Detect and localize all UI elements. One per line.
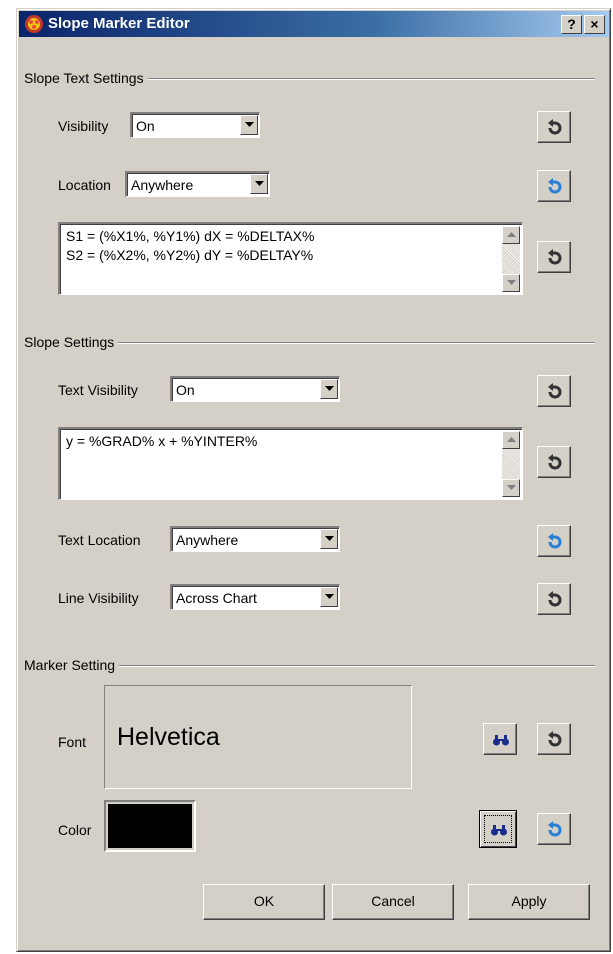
cancel-button[interactable]: Cancel	[332, 884, 454, 920]
color-label: Color	[58, 822, 92, 838]
revert-text-location-button[interactable]	[537, 525, 571, 557]
revert-equation-button[interactable]	[537, 446, 571, 478]
revert-icon	[548, 454, 562, 470]
chevron-down-icon[interactable]	[250, 174, 268, 194]
text-visibility-value: On	[176, 382, 195, 398]
revert-slope-text-button[interactable]	[537, 241, 571, 273]
memo-line-1: S1 = (%X1%, %Y1%) dX = %DELTAX%	[66, 228, 315, 244]
group-label-slope-settings: Slope Settings	[24, 333, 119, 351]
group-divider	[40, 665, 595, 667]
font-preview-box: Helvetica	[104, 685, 412, 789]
scroll-down-button[interactable]	[502, 479, 520, 497]
line-visibility-select[interactable]: Across Chart	[170, 584, 340, 610]
browse-font-button[interactable]	[483, 723, 517, 755]
scrollbar[interactable]	[502, 431, 520, 497]
font-label: Font	[58, 734, 87, 750]
ok-button[interactable]: OK	[203, 884, 325, 920]
line-visibility-label: Line Visibility	[58, 590, 139, 606]
visibility-value: On	[136, 118, 155, 134]
scroll-up-button[interactable]	[502, 226, 520, 244]
browse-color-button[interactable]	[479, 810, 517, 848]
group-label-slope-text: Slope Text Settings	[24, 69, 148, 87]
binoculars-icon	[491, 825, 507, 836]
revert-icon	[548, 533, 562, 549]
revert-text-visibility-button[interactable]	[537, 375, 571, 407]
line-visibility-value: Across Chart	[176, 590, 257, 606]
memo-line-2: S2 = (%X2%, %Y2%) dY = %DELTAY%	[66, 247, 314, 263]
revert-icon	[548, 383, 562, 399]
chevron-down-icon[interactable]	[240, 115, 258, 135]
chevron-down-icon[interactable]	[320, 529, 338, 549]
visibility-select[interactable]: On	[130, 112, 260, 138]
revert-icon	[548, 821, 562, 837]
window-title: Slope Marker Editor	[48, 15, 190, 32]
revert-location-button[interactable]	[537, 170, 571, 202]
close-button[interactable]: ×	[584, 15, 605, 34]
color-swatch-frame[interactable]	[104, 800, 196, 852]
visibility-label: Visibility	[58, 118, 109, 134]
help-button[interactable]: ?	[561, 15, 582, 34]
scroll-up-button[interactable]	[502, 431, 520, 449]
equation-memo[interactable]: y = %GRAD% x + %YINTER%	[58, 427, 523, 500]
revert-color-button[interactable]	[537, 813, 571, 845]
revert-icon	[548, 178, 562, 194]
scroll-down-button[interactable]	[502, 274, 520, 292]
text-location-select[interactable]: Anywhere	[170, 526, 340, 552]
revert-icon	[548, 119, 562, 135]
group-divider	[40, 342, 595, 344]
group-label-marker-setting: Marker Setting	[24, 656, 120, 674]
location-label: Location	[58, 177, 111, 193]
revert-line-visibility-button[interactable]	[537, 583, 571, 615]
chevron-down-icon[interactable]	[320, 587, 338, 607]
equation-text: y = %GRAD% x + %YINTER%	[66, 433, 258, 449]
scrollbar[interactable]	[502, 226, 520, 292]
color-swatch[interactable]	[108, 804, 192, 848]
text-visibility-select[interactable]: On	[170, 376, 340, 402]
app-icon	[24, 14, 44, 34]
text-location-label: Text Location	[58, 532, 141, 548]
text-location-value: Anywhere	[176, 532, 239, 548]
location-select[interactable]: Anywhere	[125, 171, 270, 197]
revert-icon	[548, 591, 562, 607]
slope-text-memo[interactable]: S1 = (%X1%, %Y1%) dX = %DELTAX% S2 = (%X…	[58, 222, 523, 295]
revert-visibility-button[interactable]	[537, 111, 571, 143]
apply-button[interactable]: Apply	[468, 884, 590, 920]
font-preview-text: Helvetica	[117, 723, 220, 751]
revert-icon	[548, 731, 562, 747]
revert-icon	[548, 249, 562, 265]
text-visibility-label: Text Visibility	[58, 382, 138, 398]
revert-font-button[interactable]	[537, 723, 571, 755]
location-value: Anywhere	[131, 177, 194, 193]
chevron-down-icon[interactable]	[320, 379, 338, 399]
binoculars-icon	[493, 735, 509, 746]
